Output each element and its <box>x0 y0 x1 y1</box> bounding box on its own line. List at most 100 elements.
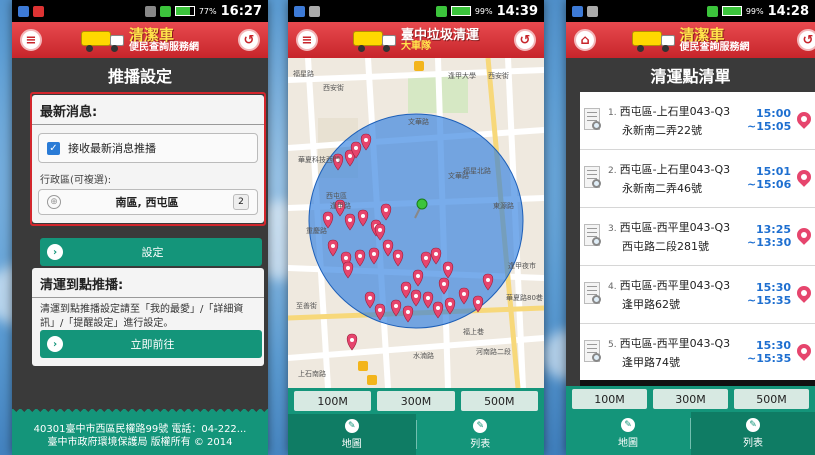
tab-map-label: 地圖 <box>618 438 638 449</box>
app-header: ⌂ 清潔車 便民查詢服務網 ↺ <box>566 22 815 58</box>
landmark-marker[interactable] <box>367 375 377 385</box>
logo-main-text: 清潔車 <box>679 25 725 44</box>
battery-percent: 99% <box>745 6 764 16</box>
document-search-icon <box>582 339 604 366</box>
footer-copyright: 臺中市政府環境保護局 版權所有 © 2014 <box>47 437 233 448</box>
status-bar: 99% 14:39 <box>288 0 544 22</box>
battery-icon <box>174 6 195 16</box>
chat-icon <box>587 5 598 17</box>
map-street-label: 西安街 <box>488 71 509 80</box>
range-500m-button[interactable]: 500M <box>734 389 809 409</box>
item-time-end: ~15:35 <box>747 293 792 307</box>
clock: 14:28 <box>767 3 809 19</box>
item-address: 永新南二弄22號 <box>622 124 702 137</box>
map-pin-icon[interactable] <box>797 170 811 188</box>
item-number: 1. <box>608 108 617 118</box>
back-icon[interactable]: ↺ <box>238 29 260 51</box>
logo-main-text: 清潔車 <box>129 25 175 44</box>
map-street-label: 逢甲夜市 <box>508 261 536 270</box>
range-300m-button[interactable]: 300M <box>653 389 728 409</box>
list-item[interactable]: 1. 西屯區-上石里043-Q3 永新南二弄22號 15:00 ~15:05 <box>580 92 815 150</box>
item-number: 4. <box>608 282 617 292</box>
map-app-title: 臺中垃圾清運 <box>400 27 479 43</box>
range-selector: 100M 300M 500M <box>288 388 544 414</box>
usb-icon <box>309 5 320 17</box>
map-view[interactable]: 福星路 西安街 逢甲大學 西安街 華夏科技西門 西屯區 逢甲路 重慶路 文華路 福星北路 文華路 東源… <box>288 58 544 388</box>
signal-icon <box>144 5 156 17</box>
map-street-label: 重慶路 <box>306 226 327 235</box>
battery-percent: 99% <box>474 6 493 16</box>
item-address: 永新南二弄46號 <box>622 182 702 195</box>
alert-icon <box>33 5 44 17</box>
notification-icon <box>294 5 305 17</box>
pencil-icon: ✎ <box>473 419 488 433</box>
item-time-start: 13:25 <box>755 223 791 237</box>
document-search-icon <box>582 281 604 308</box>
map-street-label: 東源路 <box>493 201 514 210</box>
item-time-end: ~15:35 <box>747 351 792 365</box>
item-time-start: 15:30 <box>755 281 791 295</box>
pencil-icon: ✎ <box>746 418 760 432</box>
app-logo: 清潔車 便民查詢服務網 <box>81 25 199 53</box>
footer-address: 40301臺中市西區民權路99號 電話：04-222... <box>33 424 247 435</box>
map-canvas[interactable]: 福星路西安街逢甲大學 西安街華夏科技西門西屯區逢甲路重慶路文華路福星北路文華路東源… <box>288 58 544 388</box>
tab-list[interactable]: ✎ 列表 <box>691 412 815 455</box>
tab-map[interactable]: ✎ 地圖 <box>288 414 416 455</box>
notification-icon <box>572 5 583 17</box>
range-500m-button[interactable]: 500M <box>460 391 538 411</box>
footer: 40301臺中市西區民權路99號 電話：04-222... 臺中市政府環境保護局… <box>12 409 268 455</box>
logo-sub-text: 便民查詢服務網 <box>129 41 199 53</box>
item-time-start: 15:30 <box>755 339 791 353</box>
landmark-marker[interactable] <box>358 361 368 371</box>
landmark-marker[interactable] <box>414 61 424 71</box>
list-item[interactable]: 3. 西屯區-西平里043-Q3 西屯路二段281號 13:25 ~13:30 <box>580 208 815 266</box>
back-icon[interactable]: ↺ <box>514 29 536 51</box>
battery-percent: 77% <box>198 6 217 16</box>
map-street-label: 華夏科技西門 <box>298 155 340 164</box>
map-pin-icon[interactable] <box>797 286 811 304</box>
map-street-label: 福上巷 <box>463 327 484 336</box>
menu-icon[interactable]: ≡ <box>296 29 318 51</box>
phone-list: 99% 14:28 ⌂ 清潔車 便民查詢服務網 ↺ 清運點清單 1. 西屯區-上石… <box>566 0 815 455</box>
menu-icon[interactable]: ≡ <box>20 29 42 51</box>
network-icon <box>706 5 718 17</box>
list-item[interactable]: 5. 西屯區-西平里043-Q3 逢甲路74號 15:30 ~15:35 <box>580 324 815 380</box>
range-selector: 100M 300M 500M <box>566 386 815 412</box>
clock: 16:27 <box>220 3 262 19</box>
document-search-icon <box>582 107 604 134</box>
map-pin-icon[interactable] <box>797 344 811 362</box>
tab-map-label: 地圖 <box>341 439 362 450</box>
app-header: ≡ 臺中垃圾清運 大車隊 ↺ <box>288 22 544 58</box>
range-100m-button[interactable]: 100M <box>294 391 372 411</box>
bottom-tabbar: ✎ 地圖 ✎ 列表 <box>288 414 544 455</box>
app-logo: 臺中垃圾清運 大車隊 <box>352 27 479 52</box>
status-bar: 77% 16:27 <box>12 0 268 22</box>
item-time-start: 15:01 <box>755 165 791 179</box>
item-address: 西屯路二段281號 <box>622 240 709 253</box>
pencil-icon: ✎ <box>344 419 359 433</box>
truck-icon <box>631 28 676 52</box>
tab-map[interactable]: ✎ 地圖 <box>566 412 690 455</box>
item-route: 西屯區-上石里043-Q3 <box>619 105 731 118</box>
set-button[interactable]: › 設定 <box>40 238 262 266</box>
map-street-label: 文華路 <box>408 117 429 126</box>
goto-button[interactable]: › 立即前往 <box>40 330 262 358</box>
back-icon[interactable]: ↺ <box>797 29 815 51</box>
item-address: 逢甲路74號 <box>622 356 680 369</box>
tab-list[interactable]: ✎ 列表 <box>417 414 545 455</box>
document-search-icon <box>582 165 604 192</box>
collection-point-list[interactable]: 1. 西屯區-上石里043-Q3 永新南二弄22號 15:00 ~15:05 2. 西屯區-… <box>580 92 815 380</box>
map-pin-icon[interactable] <box>797 112 811 130</box>
map-pin-icon[interactable] <box>797 228 811 246</box>
list-item[interactable]: 2. 西屯區-上石里043-Q3 永新南二弄46號 15:01 ~15:06 <box>580 150 815 208</box>
home-icon[interactable]: ⌂ <box>574 29 596 51</box>
map-app-subtitle: 大車隊 <box>400 40 431 52</box>
document-search-icon <box>582 223 604 250</box>
list-item[interactable]: 4. 西屯區-西平里043-Q3 逢甲路62號 15:30 ~15:35 <box>580 266 815 324</box>
map-street-label: 逢甲大學 <box>448 71 476 80</box>
range-300m-button[interactable]: 300M <box>377 391 455 411</box>
tab-list-label: 列表 <box>743 438 763 449</box>
truck-icon <box>352 28 397 52</box>
range-100m-button[interactable]: 100M <box>572 389 647 409</box>
network-icon <box>435 5 447 17</box>
